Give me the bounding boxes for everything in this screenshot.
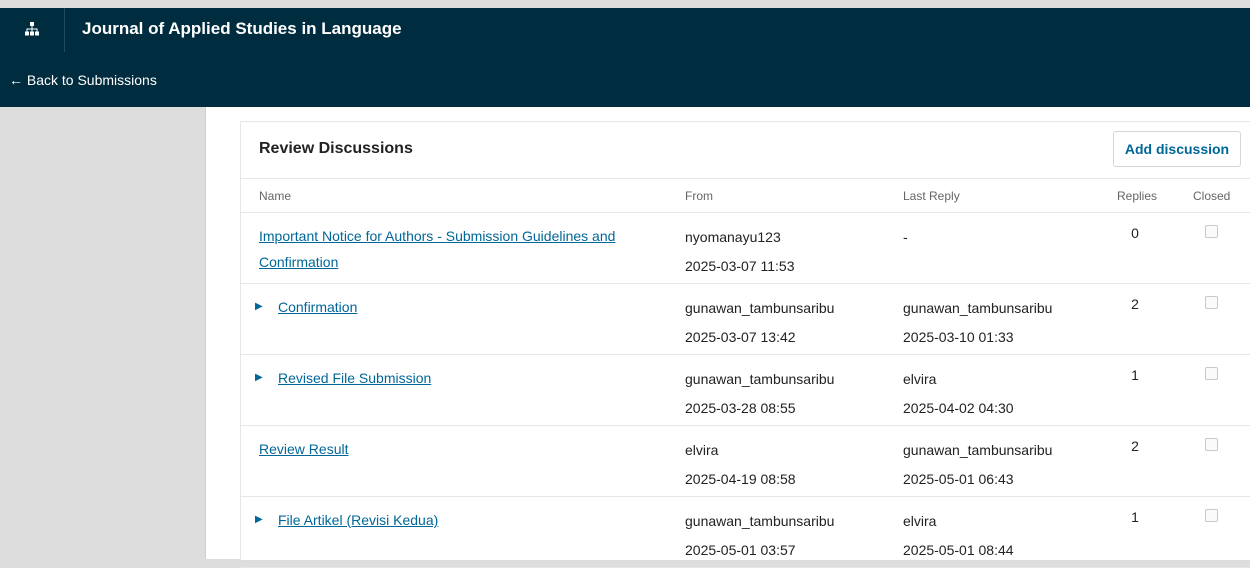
reply-user: gunawan_tambunsaribu	[903, 442, 1053, 458]
from-date: 2025-05-01 03:57	[685, 542, 796, 558]
from-date: 2025-03-07 11:53	[685, 258, 795, 274]
reply-date: 2025-05-01 08:44	[903, 542, 1014, 558]
discussion-link[interactable]: Important Notice for Authors - Submissio…	[259, 228, 615, 270]
last-reply-cell: gunawan_tambunsaribu 2025-05-01 06:43	[903, 436, 1052, 494]
panel-title: Review Discussions	[259, 140, 413, 157]
from-date: 2025-03-07 13:42	[685, 329, 796, 345]
from-date: 2025-03-28 08:55	[685, 400, 796, 416]
expand-arrow-icon[interactable]: ▶	[255, 365, 267, 391]
closed-checkbox[interactable]	[1205, 509, 1218, 522]
from-cell: nyomanayu123 2025-03-07 11:53	[685, 223, 795, 281]
column-header-closed: Closed	[1193, 189, 1231, 203]
discussion-link[interactable]: Confirmation	[278, 299, 357, 315]
column-header-last-reply: Last Reply	[903, 189, 960, 203]
discussion-name-cell: ▶ Confirmation	[255, 294, 658, 320]
from-date: 2025-04-19 08:58	[685, 471, 796, 487]
replies-count: 1	[1131, 367, 1139, 383]
last-reply-cell: elvira 2025-05-01 08:44	[903, 507, 1014, 565]
reply-date: 2025-04-02 04:30	[903, 400, 1014, 416]
discussion-link[interactable]: Revised File Submission	[278, 370, 431, 386]
main-content: Review Discussions Add discussion Name F…	[206, 107, 1250, 568]
from-cell: gunawan_tambunsaribu 2025-05-01 03:57	[685, 507, 834, 565]
reply-user: -	[903, 229, 908, 245]
from-user: gunawan_tambunsaribu	[685, 513, 835, 529]
replies-count: 2	[1131, 296, 1139, 312]
from-cell: gunawan_tambunsaribu 2025-03-07 13:42	[685, 294, 834, 352]
from-user: nyomanayu123	[685, 229, 781, 245]
reply-user: elvira	[903, 513, 937, 529]
discussion-name-cell: ▶ File Artikel (Revisi Kedua)	[255, 507, 658, 533]
top-header: Journal of Applied Studies in Language ←…	[0, 8, 1250, 107]
table-row: ▶ Confirmation gunawan_tambunsaribu 2025…	[241, 284, 1250, 355]
discussion-link[interactable]: File Artikel (Revisi Kedua)	[278, 512, 438, 528]
sitemap-icon[interactable]	[24, 21, 40, 37]
table-row: ▶ File Artikel (Revisi Kedua) gunawan_ta…	[241, 497, 1250, 568]
reply-user: gunawan_tambunsaribu	[903, 300, 1053, 316]
closed-checkbox[interactable]	[1205, 296, 1218, 309]
closed-checkbox[interactable]	[1205, 225, 1218, 238]
header-divider	[64, 8, 65, 52]
replies-count: 2	[1131, 438, 1139, 454]
closed-checkbox[interactable]	[1205, 438, 1218, 451]
from-user: gunawan_tambunsaribu	[685, 371, 835, 387]
closed-checkbox[interactable]	[1205, 367, 1218, 380]
column-header-from: From	[685, 189, 713, 203]
from-cell: gunawan_tambunsaribu 2025-03-28 08:55	[685, 365, 834, 423]
reply-user: elvira	[903, 371, 937, 387]
replies-count: 0	[1131, 225, 1139, 241]
brand-row: Journal of Applied Studies in Language	[0, 8, 1250, 52]
table-row: ▶ Revised File Submission gunawan_tambun…	[241, 355, 1250, 426]
discussion-name-cell: ▶ Revised File Submission	[255, 365, 658, 391]
column-header-name: Name	[259, 189, 292, 203]
expand-arrow-icon[interactable]: ▶	[255, 294, 267, 320]
replies-count: 1	[1131, 509, 1139, 525]
from-user: elvira	[685, 442, 719, 458]
table-row: Review Result elvira 2025-04-19 08:58 gu…	[241, 426, 1250, 497]
back-to-submissions-link[interactable]: ← Back to Submissions	[9, 72, 157, 88]
from-user: gunawan_tambunsaribu	[685, 300, 835, 316]
discussion-name-cell: Review Result	[259, 436, 639, 462]
discussion-name-cell: Important Notice for Authors - Submissio…	[259, 223, 639, 275]
reply-date: 2025-05-01 06:43	[903, 471, 1014, 487]
review-discussions-panel: Review Discussions Add discussion Name F…	[240, 121, 1250, 568]
last-reply-cell: -	[903, 223, 908, 252]
reply-date: 2025-03-10 01:33	[903, 329, 1014, 345]
last-reply-cell: gunawan_tambunsaribu 2025-03-10 01:33	[903, 294, 1052, 352]
add-discussion-button[interactable]: Add discussion	[1113, 131, 1241, 167]
panel-header: Review Discussions Add discussion	[241, 122, 1250, 179]
journal-title[interactable]: Journal of Applied Studies in Language	[82, 19, 402, 39]
table-header: Name From Last Reply Replies Closed	[241, 178, 1250, 213]
column-header-replies: Replies	[1117, 189, 1158, 203]
from-cell: elvira 2025-04-19 08:58	[685, 436, 796, 494]
expand-arrow-icon[interactable]: ▶	[255, 507, 267, 533]
discussion-link[interactable]: Review Result	[259, 441, 348, 457]
table-row: Important Notice for Authors - Submissio…	[241, 213, 1250, 284]
last-reply-cell: elvira 2025-04-02 04:30	[903, 365, 1014, 423]
sidebar	[0, 107, 206, 559]
